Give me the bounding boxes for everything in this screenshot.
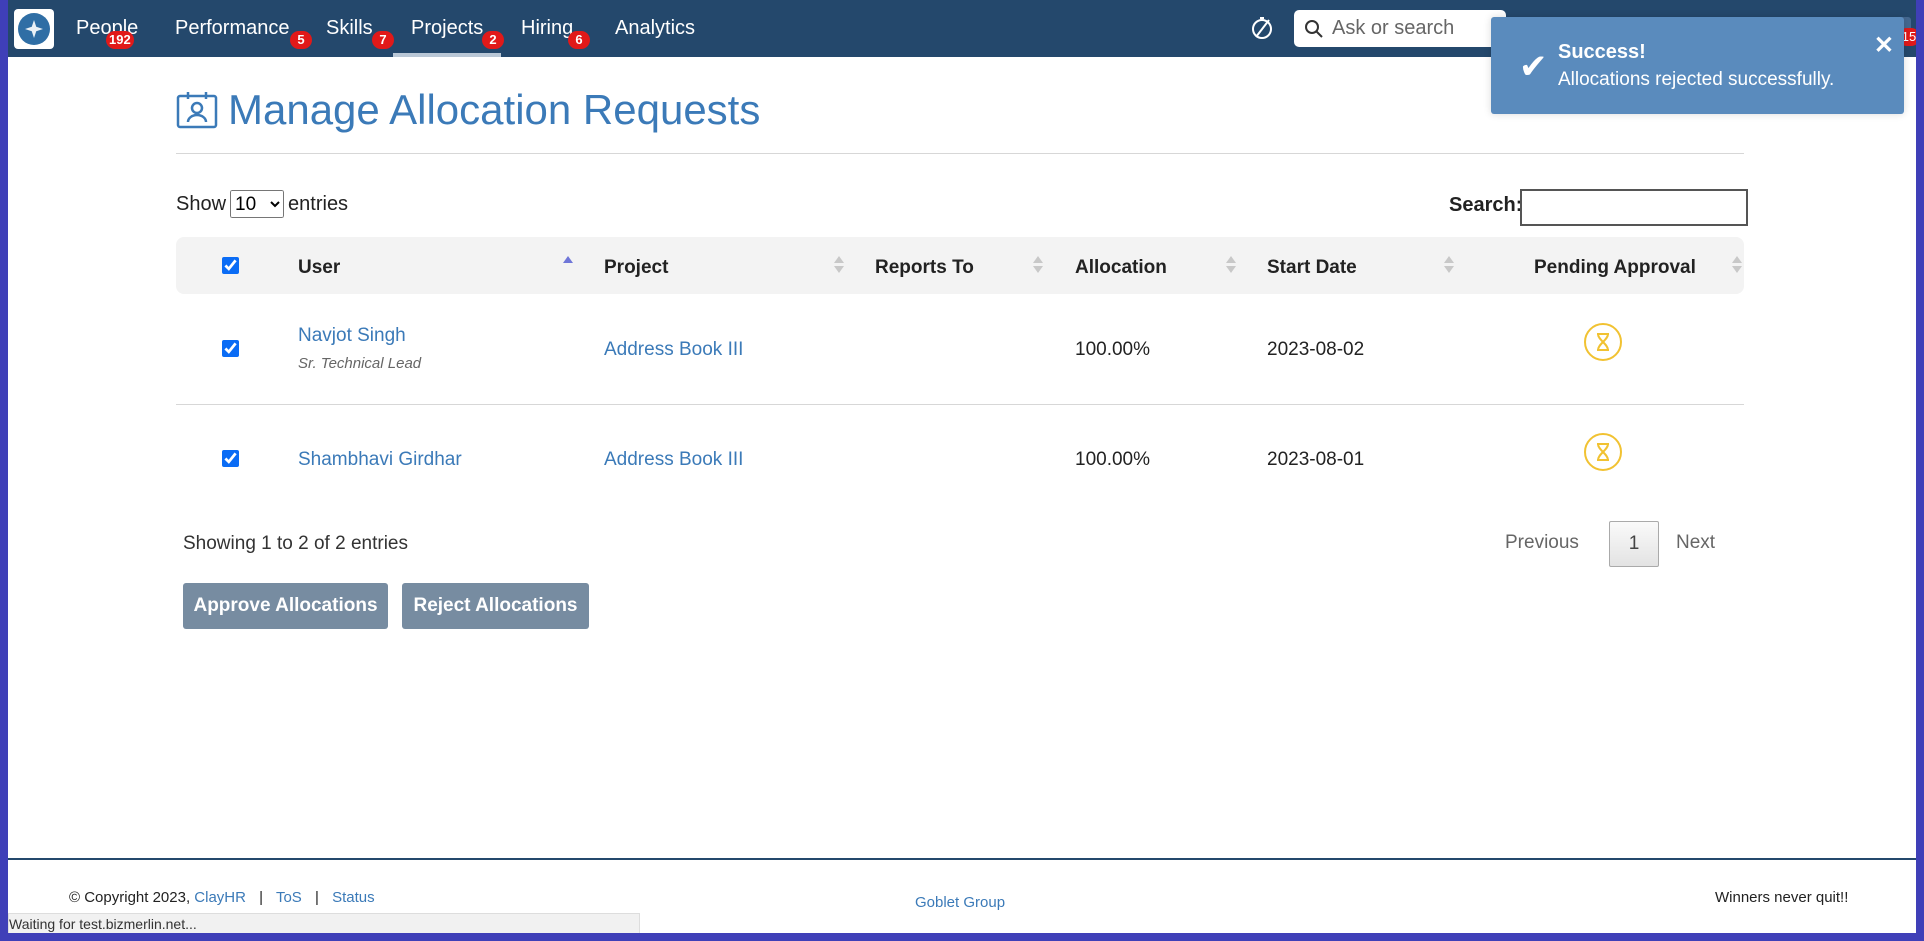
nav-analytics[interactable]: Analytics (615, 17, 695, 40)
sort-icon[interactable] (1444, 256, 1454, 273)
sort-icon[interactable] (834, 256, 844, 273)
row-select-checkbox[interactable] (222, 340, 239, 357)
start-date-value: 2023-08-01 (1267, 449, 1365, 470)
timer-off-icon[interactable] (1249, 15, 1275, 41)
allocation-value: 100.00% (1075, 449, 1151, 470)
hourglass-icon[interactable] (1584, 323, 1622, 361)
select-all-checkbox[interactable] (222, 257, 239, 274)
allocation-value: 100.00% (1075, 339, 1151, 360)
project-link[interactable]: Address Book III (604, 339, 743, 361)
column-header-project[interactable]: Project (604, 257, 668, 279)
nav-projects-badge: 2 (482, 31, 504, 49)
nav-hiring[interactable]: Hiring 6 (521, 17, 590, 49)
table-search-label: Search: (1449, 194, 1523, 216)
footer-separator: | (315, 889, 319, 906)
user-link[interactable]: Shambhavi Girdhar (298, 449, 462, 471)
page-size-control: Show 102550100 entries (176, 190, 348, 218)
footer-copyright: © Copyright 2023, ClayHR | ToS | Status (69, 889, 375, 906)
sort-icon[interactable] (1226, 256, 1236, 273)
toast-title: Success! (1558, 41, 1646, 63)
hourglass-icon[interactable] (1584, 433, 1622, 471)
nav-people[interactable]: People 192 (76, 17, 138, 49)
nav-hiring-badge: 6 (568, 31, 590, 49)
success-toast: ✔ Success! Allocations rejected successf… (1491, 17, 1904, 114)
page-size-select[interactable]: 102550100 (230, 190, 285, 218)
check-icon: ✔ (1519, 48, 1548, 86)
footer-tagline: Winners never quit!! (1715, 889, 1849, 906)
next-page-button[interactable]: Next (1676, 532, 1715, 554)
page-1-button[interactable]: 1 (1609, 521, 1659, 567)
page-title: Manage Allocation Requests (228, 86, 761, 133)
sort-asc-icon[interactable] (563, 256, 573, 273)
nav-performance[interactable]: Performance 5 (175, 17, 312, 49)
table-info: Showing 1 to 2 of 2 entries (183, 533, 408, 554)
entries-label: entries (288, 192, 349, 215)
tos-link[interactable]: ToS (276, 889, 302, 906)
table-row: Shambhavi Girdhar Address Book III 100.0… (176, 405, 1744, 513)
previous-page-button[interactable]: Previous (1505, 532, 1579, 554)
sort-icon[interactable] (1732, 256, 1742, 273)
row-select-checkbox[interactable] (222, 450, 239, 467)
search-icon (1305, 19, 1323, 38)
title-divider (176, 153, 1744, 154)
app-logo[interactable] (14, 9, 54, 49)
column-header-pending-approval[interactable]: Pending Approval (1534, 257, 1696, 279)
approve-allocations-button[interactable]: Approve Allocations (183, 583, 388, 629)
table-row: Navjot Singh Sr. Technical Lead Address … (176, 296, 1744, 404)
column-header-allocation[interactable]: Allocation (1075, 257, 1167, 279)
nav-people-badge: 192 (106, 31, 134, 49)
show-label: Show (176, 192, 227, 215)
start-date-value: 2023-08-02 (1267, 339, 1365, 360)
toast-close-icon[interactable]: ✕ (1874, 31, 1894, 60)
nav-skills-badge: 7 (372, 31, 394, 49)
table-header: User Project Reports To Allocation Start… (176, 237, 1744, 294)
nav-projects[interactable]: Projects 2 (392, 17, 504, 57)
user-link[interactable]: Navjot Singh (298, 325, 406, 347)
column-header-user[interactable]: User (298, 257, 340, 279)
nav-skills[interactable]: Skills 7 (326, 17, 394, 49)
app-window: People 192 Performance 5 Skills 7 Projec… (8, 0, 1916, 933)
logo-icon (18, 13, 50, 45)
reject-allocations-button[interactable]: Reject Allocations (402, 583, 589, 629)
column-header-reports-to[interactable]: Reports To (875, 257, 974, 279)
nav-performance-badge: 5 (290, 31, 312, 49)
table-search-input[interactable] (1520, 189, 1748, 226)
company-link[interactable]: ClayHR (194, 889, 246, 906)
sort-icon[interactable] (1033, 256, 1043, 273)
column-header-start-date[interactable]: Start Date (1267, 257, 1357, 279)
status-link[interactable]: Status (332, 889, 375, 906)
toast-message: Allocations rejected successfully. (1558, 69, 1835, 90)
global-search-input[interactable] (1330, 16, 1504, 41)
footer-company-name[interactable]: Goblet Group (915, 894, 1005, 911)
id-badge-icon (176, 92, 218, 129)
user-role: Sr. Technical Lead (298, 355, 422, 372)
footer-divider (8, 858, 1916, 860)
footer-separator: | (259, 889, 264, 906)
page-header: Manage Allocation Requests (176, 86, 760, 134)
global-search[interactable] (1294, 10, 1506, 47)
browser-status-bar: Waiting for test.bizmerlin.net... (8, 913, 640, 933)
project-link[interactable]: Address Book III (604, 449, 743, 471)
